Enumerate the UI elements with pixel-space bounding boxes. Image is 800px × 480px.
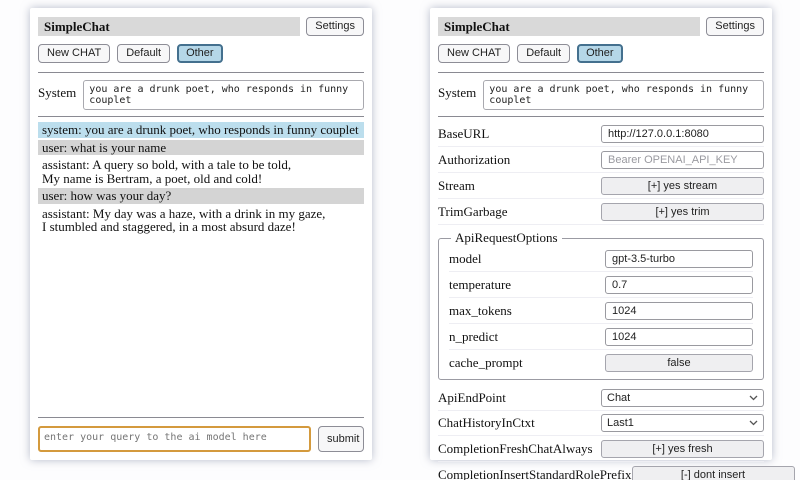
submit-button[interactable]: submit: [318, 426, 364, 452]
divider: [38, 72, 364, 73]
n-predict-label: n_predict: [449, 329, 498, 345]
query-row: submit: [38, 426, 364, 452]
temperature-input[interactable]: [605, 276, 753, 294]
setting-row-trimgarbage: TrimGarbage [+] yes trim: [438, 199, 764, 225]
stream-toggle-button[interactable]: [+] yes stream: [601, 177, 764, 195]
completionfreshchatalways-label: CompletionFreshChatAlways: [438, 441, 593, 457]
system-prompt-input[interactable]: you are a drunk poet, who responds in fu…: [483, 80, 764, 110]
api-request-options-fieldset: ApiRequestOptions model temperature max_…: [438, 230, 764, 380]
chat-message-user: user: what is your name: [38, 140, 364, 156]
tab-new-chat[interactable]: New CHAT: [38, 44, 110, 63]
setting-row-model: model: [449, 246, 753, 272]
chevron-down-icon: [749, 420, 758, 426]
chat-message-list: system: you are a drunk poet, who respon…: [38, 122, 364, 237]
cache-prompt-toggle-button[interactable]: false: [605, 354, 753, 372]
trimgarbage-label: TrimGarbage: [438, 204, 508, 220]
n-predict-input[interactable]: [605, 328, 753, 346]
header-row: SimpleChat Settings: [38, 17, 364, 36]
setting-row-completionfreshchatalways: CompletionFreshChatAlways [+] yes fresh: [438, 436, 764, 462]
chat-message-assistant: assistant: My day was a haze, with a dri…: [38, 206, 364, 235]
app-title: SimpleChat: [38, 17, 300, 36]
api-request-options-legend: ApiRequestOptions: [451, 230, 562, 246]
setting-row-completioninsertstandardroleprefix: CompletionInsertStandardRolePrefix [-] d…: [438, 462, 764, 480]
max-tokens-label: max_tokens: [449, 303, 512, 319]
chat-panel: SimpleChat Settings New CHAT Default Oth…: [30, 8, 372, 460]
baseurl-label: BaseURL: [438, 126, 489, 142]
model-input[interactable]: [605, 250, 753, 268]
chathistoryinctxt-select[interactable]: Last1: [601, 414, 764, 432]
tab-other[interactable]: Other: [577, 44, 623, 63]
baseurl-input[interactable]: [601, 125, 764, 143]
authorization-input[interactable]: [601, 151, 764, 169]
setting-row-temperature: temperature: [449, 272, 753, 298]
setting-row-cache-prompt: cache_prompt false: [449, 350, 753, 375]
completionfreshchatalways-toggle-button[interactable]: [+] yes fresh: [601, 440, 764, 458]
chat-message-assistant: assistant: A query so bold, with a tale …: [38, 157, 364, 186]
settings-button[interactable]: Settings: [706, 17, 764, 36]
setting-row-apiendpoint: ApiEndPoint Chat: [438, 386, 764, 411]
query-input[interactable]: [38, 426, 311, 452]
chathistoryinctxt-label: ChatHistoryInCtxt: [438, 415, 535, 431]
empty-space: [38, 237, 364, 414]
setting-row-authorization: Authorization: [438, 147, 764, 173]
settings-panel: SimpleChat Settings New CHAT Default Oth…: [430, 8, 772, 460]
completioninsertstandardroleprefix-label: CompletionInsertStandardRolePrefix: [438, 467, 632, 480]
chathistoryinctxt-selected-value: Last1: [607, 417, 634, 429]
divider: [38, 116, 364, 117]
setting-row-chathistoryinctxt: ChatHistoryInCtxt Last1: [438, 411, 764, 436]
setting-row-max-tokens: max_tokens: [449, 298, 753, 324]
tab-new-chat[interactable]: New CHAT: [438, 44, 510, 63]
completioninsertstandardroleprefix-toggle-button[interactable]: [-] dont insert: [632, 466, 795, 480]
setting-row-baseurl: BaseURL: [438, 121, 764, 147]
temperature-label: temperature: [449, 277, 511, 293]
system-prompt-row: System you are a drunk poet, who respond…: [38, 80, 364, 110]
tab-default[interactable]: Default: [517, 44, 570, 63]
header-row: SimpleChat Settings: [438, 17, 764, 36]
setting-row-n-predict: n_predict: [449, 324, 753, 350]
system-label: System: [38, 80, 76, 101]
system-prompt-input[interactable]: you are a drunk poet, who responds in fu…: [83, 80, 364, 110]
model-label: model: [449, 251, 482, 267]
divider: [438, 72, 764, 73]
trimgarbage-toggle-button[interactable]: [+] yes trim: [601, 203, 764, 221]
app-title: SimpleChat: [438, 17, 700, 36]
chat-message-user: user: how was your day?: [38, 188, 364, 204]
divider: [38, 417, 364, 418]
tab-default[interactable]: Default: [117, 44, 170, 63]
max-tokens-input[interactable]: [605, 302, 753, 320]
apiendpoint-selected-value: Chat: [607, 392, 630, 404]
apiendpoint-label: ApiEndPoint: [438, 390, 506, 406]
authorization-label: Authorization: [438, 152, 510, 168]
chat-message-system: system: you are a drunk poet, who respon…: [38, 122, 364, 138]
cache-prompt-label: cache_prompt: [449, 355, 523, 371]
tab-other[interactable]: Other: [177, 44, 223, 63]
chevron-down-icon: [749, 395, 758, 401]
chat-session-tabs: New CHAT Default Other: [438, 44, 764, 63]
setting-row-stream: Stream [+] yes stream: [438, 173, 764, 199]
settings-button[interactable]: Settings: [306, 17, 364, 36]
apiendpoint-select[interactable]: Chat: [601, 389, 764, 407]
system-prompt-row: System you are a drunk poet, who respond…: [438, 80, 764, 110]
chat-session-tabs: New CHAT Default Other: [38, 44, 364, 63]
divider: [438, 116, 764, 117]
stream-label: Stream: [438, 178, 475, 194]
system-label: System: [438, 80, 476, 101]
